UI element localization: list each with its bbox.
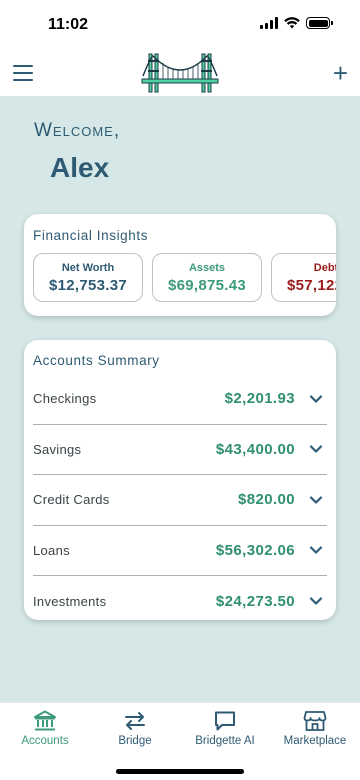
cellular-signal-icon	[260, 17, 278, 29]
account-row-savings[interactable]: Savings $43,400.00	[33, 425, 327, 475]
account-row-loans[interactable]: Loans $56,302.06	[33, 526, 327, 576]
status-icons	[260, 17, 333, 29]
chevron-down-icon[interactable]	[309, 594, 323, 608]
hamburger-menu-icon[interactable]	[13, 65, 33, 82]
assets-value: $69,875.43	[167, 277, 247, 294]
account-name: Checkings	[33, 391, 97, 407]
debt-value: $57,122.06	[286, 277, 336, 294]
accounts-summary-card: Accounts Summary Checkings $2,201.93 Sav…	[24, 340, 336, 620]
net-worth-label: Net Worth	[61, 262, 115, 274]
nav-item-bridgette-ai[interactable]: Bridgette AI	[180, 709, 270, 747]
accounts-summary-title: Accounts Summary	[33, 353, 160, 368]
debt-label: Debt	[313, 262, 336, 274]
nav-label: Accounts	[21, 735, 69, 747]
add-icon[interactable]: +	[333, 60, 348, 86]
main-content: Welcome, Alex Financial Insights Net Wor…	[0, 96, 360, 702]
bank-icon	[34, 710, 56, 731]
nav-label: Bridgette AI	[195, 735, 255, 747]
financial-insights-card: Financial Insights Net Worth $12,753.37 …	[24, 214, 336, 316]
welcome-greeting: Welcome,	[34, 120, 121, 141]
battery-icon	[306, 17, 333, 29]
account-row-investments[interactable]: Investments $24,273.50	[33, 576, 327, 620]
home-indicator[interactable]	[116, 769, 244, 774]
chevron-down-icon[interactable]	[309, 392, 323, 406]
account-name: Credit Cards	[33, 492, 110, 508]
account-amount: $2,201.93	[224, 390, 295, 408]
chevron-down-icon[interactable]	[309, 442, 323, 456]
user-name: Alex	[50, 152, 110, 183]
chevron-down-icon[interactable]	[309, 493, 323, 507]
account-amount: $56,302.06	[215, 541, 295, 559]
nav-item-marketplace[interactable]: Marketplace	[270, 709, 360, 747]
insights-carousel[interactable]: Net Worth $12,753.37 Assets $69,875.43 D…	[33, 253, 336, 302]
nav-label: Marketplace	[283, 735, 347, 747]
transfer-arrows-icon	[125, 712, 145, 730]
bridge-logo	[141, 53, 219, 93]
accounts-list: Checkings $2,201.93 Savings $43,400.00 C…	[33, 374, 327, 620]
net-worth-value: $12,753.37	[48, 277, 128, 294]
assets-label: Assets	[188, 262, 226, 274]
nav-item-accounts[interactable]: Accounts	[0, 709, 90, 747]
storefront-icon	[303, 711, 327, 731]
status-time: 11:02	[48, 16, 89, 33]
account-amount: $820.00	[237, 491, 295, 509]
assets-tile[interactable]: Assets $69,875.43	[152, 253, 262, 302]
app-header: +	[0, 50, 360, 96]
debt-tile[interactable]: Debt $57,122.06	[271, 253, 336, 302]
account-row-credit-cards[interactable]: Credit Cards $820.00	[33, 475, 327, 526]
account-name: Savings	[33, 441, 82, 457]
account-name: Investments	[33, 593, 107, 609]
nav-item-bridge[interactable]: Bridge	[90, 709, 180, 747]
chevron-down-icon[interactable]	[309, 543, 323, 557]
account-amount: $43,400.00	[215, 440, 295, 458]
nav-label: Bridge	[118, 735, 152, 747]
wifi-icon	[284, 17, 300, 29]
net-worth-tile[interactable]: Net Worth $12,753.37	[33, 253, 143, 302]
account-amount: $24,273.50	[215, 592, 295, 610]
account-row-checkings[interactable]: Checkings $2,201.93	[33, 374, 327, 425]
account-name: Loans	[33, 542, 70, 558]
chat-bubble-icon	[215, 711, 235, 731]
financial-insights-title: Financial Insights	[33, 228, 149, 243]
status-bar: 11:02	[0, 0, 360, 50]
